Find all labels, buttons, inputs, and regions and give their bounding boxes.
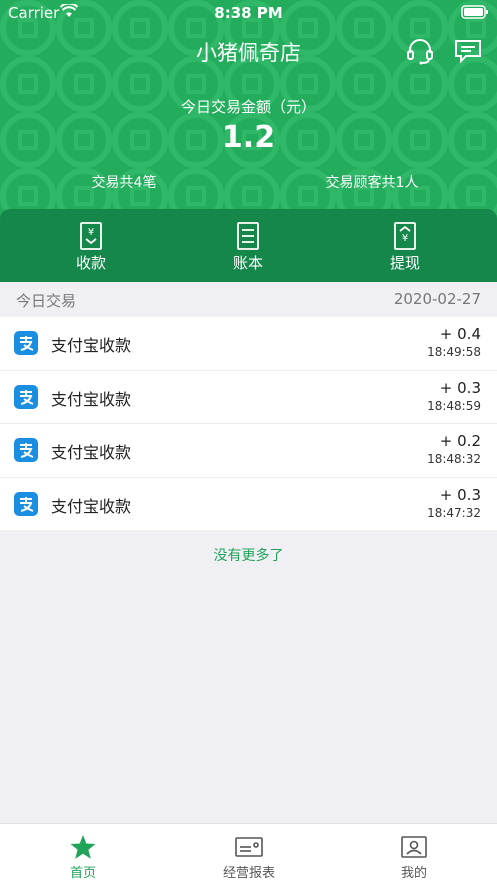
alipay-icon — [14, 438, 38, 466]
tab-report-label: 经营报表 — [222, 866, 275, 881]
list-item[interactable]: 支付宝收款 + 0.3 18:48:59 — [0, 371, 497, 424]
transaction-amount: + 0.3 — [439, 378, 481, 397]
headset-icon[interactable] — [406, 37, 434, 69]
receive-money-icon: ¥ — [80, 222, 102, 250]
transaction-count: 交易共4笔 — [91, 175, 157, 191]
status-bar: Carrier 8:38 PM — [0, 0, 497, 26]
tab-bar: 首页 经营报表 我的 — [0, 823, 497, 884]
transaction-time: 18:47:32 — [427, 505, 481, 520]
withdraw-label: 提现 — [389, 254, 420, 272]
amount-value: 1.2 — [221, 120, 276, 155]
transaction-amount: + 0.2 — [439, 432, 481, 450]
amount-label: 今日交易金额（元） — [180, 98, 316, 116]
tab-home[interactable]: 首页 — [13, 824, 153, 884]
alipay-icon — [14, 491, 38, 520]
header-banner: Carrier 8:38 PM 小猪佩奇店 今日交易金额（元） 1.2 交易共4… — [0, 0, 497, 282]
transaction-name: 支付宝收款 — [51, 496, 132, 516]
star-icon — [70, 835, 96, 859]
ledger-label: 账本 — [232, 254, 263, 272]
customer-count: 交易顾客共1人 — [325, 175, 419, 191]
status-time: 8:38 PM — [214, 4, 283, 22]
ledger-button[interactable]: 账本 — [188, 209, 308, 282]
ledger-icon — [237, 222, 259, 250]
transaction-time: 18:48:32 — [427, 452, 481, 466]
tab-report[interactable]: 经营报表 — [179, 824, 319, 884]
transaction-time: 18:49:58 — [427, 345, 481, 359]
list-item[interactable]: 支付宝收款 + 0.4 18:49:58 — [0, 317, 497, 371]
svg-text:¥: ¥ — [88, 227, 94, 238]
tab-home-label: 首页 — [69, 866, 96, 881]
receive-label: 收款 — [75, 254, 106, 272]
receive-button[interactable]: ¥ 收款 — [31, 209, 151, 282]
alipay-icon — [14, 384, 38, 413]
list-item[interactable]: 支付宝收款 + 0.2 18:48:32 — [0, 424, 497, 478]
action-bar: ¥ 收款 账本 ¥ 提现 — [0, 209, 497, 282]
transaction-name: 支付宝收款 — [51, 389, 132, 409]
transaction-name: 支付宝收款 — [51, 336, 132, 355]
withdraw-icon: ¥ — [394, 222, 416, 250]
no-more-text: 没有更多了 — [213, 548, 284, 564]
report-icon — [235, 837, 263, 857]
transaction-amount: + 0.4 — [439, 325, 481, 343]
svg-text:¥: ¥ — [402, 233, 408, 244]
transaction-amount: + 0.3 — [439, 485, 481, 504]
battery-icon — [461, 5, 489, 23]
alipay-icon — [14, 331, 38, 359]
message-icon[interactable] — [454, 37, 482, 69]
tab-profile[interactable]: 我的 — [344, 824, 484, 884]
section-title: 今日交易 — [16, 292, 77, 310]
transaction-name: 支付宝收款 — [51, 443, 132, 462]
tab-profile-label: 我的 — [400, 866, 427, 881]
profile-icon — [401, 836, 427, 858]
transaction-time: 18:48:59 — [427, 398, 481, 413]
section-header: 今日交易 2020-02-27 — [0, 282, 497, 317]
section-date: 2020-02-27 — [393, 290, 481, 308]
list-item[interactable]: 支付宝收款 + 0.3 18:47:32 — [0, 478, 497, 531]
transaction-list: 支付宝收款 + 0.4 18:49:58 支付宝收款 + 0.3 18:48:5… — [0, 317, 497, 530]
withdraw-button[interactable]: ¥ 提现 — [345, 209, 465, 282]
